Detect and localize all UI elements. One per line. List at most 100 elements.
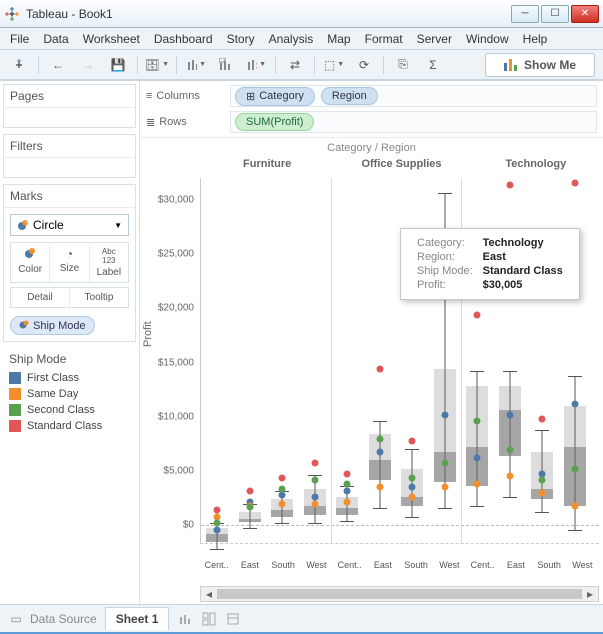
menu-file[interactable]: File [10,32,29,46]
data-point[interactable] [506,411,513,418]
menu-map[interactable]: Map [327,32,350,46]
data-point[interactable] [376,366,383,373]
totals-button[interactable]: Σ [422,54,444,76]
menu-server[interactable]: Server [417,32,452,46]
box-whisker[interactable] [206,178,228,558]
marks-detail-button[interactable]: Detail [11,288,70,307]
menu-worksheet[interactable]: Worksheet [83,32,140,46]
data-point[interactable] [506,181,513,188]
new-story-icon[interactable] [225,611,241,627]
data-point[interactable] [571,466,578,473]
data-point[interactable] [539,477,546,484]
horizontal-scrollbar[interactable]: ◂ ▸ [200,586,599,602]
marks-color-button[interactable]: Color [11,243,50,282]
pill-profit[interactable]: SUM(Profit) [235,113,314,131]
data-point[interactable] [409,474,416,481]
data-point[interactable] [376,435,383,442]
save-button[interactable]: 💾 [107,54,129,76]
data-point[interactable] [409,494,416,501]
data-point[interactable] [441,411,448,418]
undo-button[interactable]: ← [47,54,69,76]
show-me-button[interactable]: Show Me [485,53,595,77]
pill-category[interactable]: ⊞Category [235,87,315,106]
scroll-thumb[interactable] [217,589,582,599]
new-worksheet-button[interactable]: ▼ [185,54,207,76]
data-point[interactable] [474,312,481,319]
maximize-button[interactable]: ☐ [541,5,569,23]
swap-button[interactable]: ⇄ [284,54,306,76]
data-point[interactable] [506,446,513,453]
menu-story[interactable]: Story [227,32,255,46]
data-point[interactable] [441,483,448,490]
data-point[interactable] [214,526,221,533]
columns-shelf[interactable]: ≡Columns ⊞Category Region [142,83,601,109]
legend-item[interactable]: Standard Class [3,418,136,434]
data-point[interactable] [279,474,286,481]
marks-label-button[interactable]: Abc123Label [90,243,128,282]
duplicate-sheet-button[interactable] [215,54,237,76]
new-dashboard-icon[interactable] [201,611,217,627]
data-point[interactable] [571,401,578,408]
data-point[interactable] [344,498,351,505]
data-point[interactable] [539,490,546,497]
marks-tooltip-button[interactable]: Tooltip [70,288,128,307]
minimize-button[interactable]: ─ [511,5,539,23]
data-point[interactable] [506,472,513,479]
menu-data[interactable]: Data [43,32,68,46]
refresh-button[interactable]: ⟳ [353,54,375,76]
new-worksheet-icon[interactable] [177,611,193,627]
data-point[interactable] [344,470,351,477]
visualization[interactable]: Category / Region FurnitureOffice Suppli… [140,138,603,604]
data-point[interactable] [279,500,286,507]
marks-size-button[interactable]: ◔Size [50,243,89,282]
data-point[interactable] [376,448,383,455]
data-point[interactable] [311,459,318,466]
marks-type-select[interactable]: Circle ▼ [10,214,129,236]
start-page-button[interactable] [8,54,30,76]
clear-sheet-button[interactable]: ✕▼ [245,54,267,76]
data-point[interactable] [441,459,448,466]
data-point[interactable] [474,481,481,488]
close-button[interactable]: ✕ [571,5,599,23]
filters-shelf[interactable]: Filters [3,134,136,178]
legend-item[interactable]: Second Class [3,402,136,418]
data-point[interactable] [311,500,318,507]
data-point[interactable] [409,437,416,444]
data-point[interactable] [311,477,318,484]
data-point[interactable] [246,487,253,494]
scroll-left-button[interactable]: ◂ [201,587,217,601]
data-point[interactable] [279,485,286,492]
redo-button[interactable]: → [77,54,99,76]
menu-help[interactable]: Help [523,32,548,46]
data-point[interactable] [539,416,546,423]
data-point[interactable] [474,418,481,425]
scroll-track[interactable] [217,589,582,599]
data-point[interactable] [376,483,383,490]
menu-format[interactable]: Format [365,32,403,46]
scroll-right-button[interactable]: ▸ [582,587,598,601]
data-point[interactable] [246,504,253,511]
pages-shelf[interactable]: Pages [3,84,136,128]
data-point[interactable] [344,487,351,494]
data-point[interactable] [571,503,578,510]
pill-region[interactable]: Region [321,87,378,105]
marks-color-field[interactable]: Ship Mode [10,316,95,335]
connect-data-button[interactable]: 🗄▼ [146,54,168,76]
data-point[interactable] [409,483,416,490]
menu-analysis[interactable]: Analysis [269,32,314,46]
sheet-tab[interactable]: Sheet 1 [105,607,170,630]
data-point[interactable] [279,492,286,499]
data-point[interactable] [474,455,481,462]
legend-item[interactable]: First Class [3,370,136,386]
group-button[interactable]: ⎘ [392,54,414,76]
legend-item[interactable]: Same Day [3,386,136,402]
data-source-tab[interactable]: ▭Data Source [8,611,97,627]
rows-shelf[interactable]: ≣Rows SUM(Profit) [142,109,601,135]
sort-asc-button[interactable]: ⬚▼ [323,54,345,76]
data-point[interactable] [214,507,221,514]
data-point[interactable] [344,481,351,488]
data-point[interactable] [571,179,578,186]
data-point[interactable] [214,520,221,527]
menu-window[interactable]: Window [466,32,509,46]
menu-dashboard[interactable]: Dashboard [154,32,213,46]
